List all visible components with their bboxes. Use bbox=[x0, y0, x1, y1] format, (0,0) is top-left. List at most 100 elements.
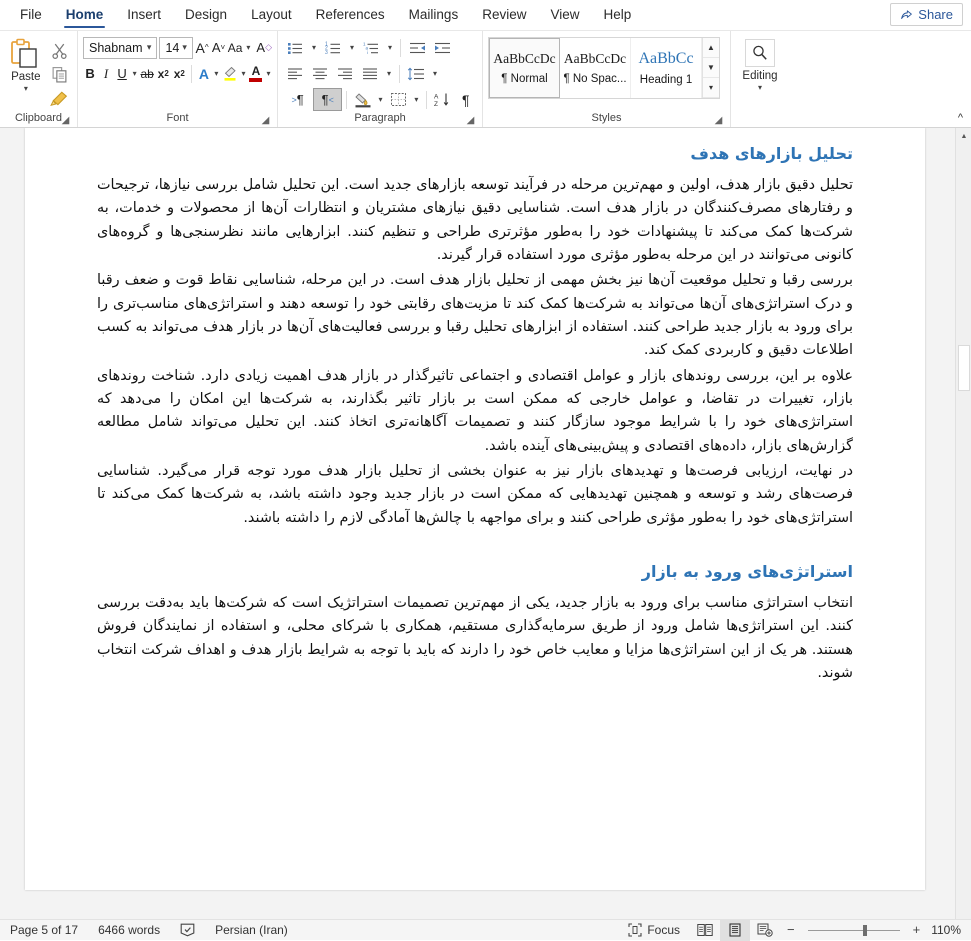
bold-button[interactable]: B bbox=[83, 62, 97, 85]
language-indicator[interactable]: Persian (Iran) bbox=[205, 923, 298, 937]
read-mode-button[interactable] bbox=[690, 920, 720, 941]
font-size-combo[interactable]: 14 ▾ bbox=[159, 37, 192, 59]
text-direction-rtl-button[interactable]: ¶< bbox=[313, 88, 342, 111]
justify-dropdown-caret-icon[interactable]: ▾ bbox=[383, 69, 395, 78]
grow-font-button[interactable]: A^ bbox=[195, 36, 209, 59]
strikethrough-button[interactable]: ab bbox=[140, 62, 154, 85]
change-case-button[interactable]: Aa▾ bbox=[228, 36, 255, 59]
styles-scroll-down-icon[interactable]: ▼ bbox=[703, 58, 719, 78]
ribbon: Paste ▾ bbox=[0, 31, 971, 128]
show-formatting-marks-button[interactable]: ¶ bbox=[454, 88, 477, 111]
web-layout-icon bbox=[757, 923, 773, 937]
zoom-in-button[interactable]: + bbox=[906, 924, 928, 936]
zoom-slider-track[interactable] bbox=[808, 930, 900, 931]
share-label: Share bbox=[918, 7, 953, 22]
cut-button[interactable] bbox=[47, 39, 71, 62]
line-spacing-dropdown-caret-icon[interactable]: ▾ bbox=[429, 69, 441, 78]
text-direction-ltr-button[interactable]: >¶ bbox=[283, 88, 312, 111]
web-layout-button[interactable] bbox=[750, 920, 780, 941]
styles-more-icon[interactable]: ▾ bbox=[703, 78, 719, 98]
scrollbar-track[interactable] bbox=[956, 145, 971, 919]
clipboard-dialog-launcher-icon[interactable]: ◢ bbox=[60, 115, 71, 126]
tab-file[interactable]: File bbox=[8, 3, 54, 30]
tab-view[interactable]: View bbox=[538, 3, 591, 30]
font-color-dropdown-caret-icon[interactable]: ▾ bbox=[265, 69, 272, 78]
ribbon-group-paragraph: ▾ 1 2 3 ▾ 1 a i bbox=[278, 31, 483, 127]
tab-insert[interactable]: Insert bbox=[115, 3, 173, 30]
copy-button[interactable] bbox=[47, 63, 71, 86]
zoom-level-label[interactable]: 110% bbox=[927, 923, 971, 937]
zoom-slider-thumb[interactable] bbox=[863, 925, 867, 936]
clear-formatting-button[interactable]: A◇ bbox=[256, 36, 272, 59]
text-effects-button[interactable]: A bbox=[197, 62, 211, 85]
print-layout-button[interactable] bbox=[720, 920, 750, 941]
font-color-button[interactable]: A bbox=[249, 62, 263, 85]
paste-dropdown-caret-icon[interactable]: ▾ bbox=[24, 85, 28, 93]
tab-review[interactable]: Review bbox=[470, 3, 538, 30]
vertical-scrollbar[interactable]: ▲ bbox=[955, 128, 971, 919]
styles-scroll-up-icon[interactable]: ▲ bbox=[703, 38, 719, 58]
justify-button[interactable] bbox=[358, 62, 382, 85]
line-spacing-button[interactable] bbox=[404, 62, 428, 85]
zoom-slider[interactable] bbox=[802, 930, 906, 931]
subscript-button[interactable]: x2 bbox=[156, 62, 170, 85]
decrease-indent-button[interactable] bbox=[405, 36, 429, 59]
proofing-status-button[interactable] bbox=[170, 923, 205, 937]
numbered-list-dropdown-caret-icon[interactable]: ▾ bbox=[346, 43, 358, 52]
scroll-up-arrow-icon[interactable]: ▲ bbox=[956, 128, 971, 145]
borders-dropdown-caret-icon[interactable]: ▾ bbox=[411, 95, 422, 104]
collapse-ribbon-icon[interactable]: ^ bbox=[958, 112, 963, 124]
align-left-button[interactable] bbox=[283, 62, 307, 85]
increase-indent-button[interactable] bbox=[430, 36, 454, 59]
align-center-button[interactable] bbox=[308, 62, 332, 85]
ribbon-tab-bar: File Home Insert Design Layout Reference… bbox=[0, 0, 971, 31]
editing-button[interactable]: Editing ▾ bbox=[736, 36, 784, 111]
numbered-list-button[interactable]: 1 2 3 bbox=[321, 36, 345, 59]
editing-dropdown-caret-icon[interactable]: ▾ bbox=[758, 84, 762, 92]
superscript-button[interactable]: x2 bbox=[172, 62, 186, 85]
paragraph-5: انتخاب استراتژی مناسب برای ورود به بازار… bbox=[97, 592, 853, 685]
shading-dropdown-caret-icon[interactable]: ▾ bbox=[375, 95, 386, 104]
tab-design[interactable]: Design bbox=[173, 3, 239, 30]
bullet-list-button[interactable] bbox=[283, 36, 307, 59]
styles-dialog-launcher-icon[interactable]: ◢ bbox=[713, 115, 724, 126]
highlight-dropdown-caret-icon[interactable]: ▾ bbox=[240, 69, 247, 78]
text-effects-dropdown-caret-icon[interactable]: ▾ bbox=[213, 69, 220, 78]
status-bar: Page 5 of 17 6466 words Persian (Iran) F… bbox=[0, 919, 971, 940]
focus-mode-button[interactable]: Focus bbox=[618, 923, 690, 937]
share-button[interactable]: Share bbox=[890, 3, 963, 26]
styles-gallery: AaBbCcDc ¶ Normal AaBbCcDc ¶ No Spac... … bbox=[488, 37, 720, 99]
paragraph-dialog-launcher-icon[interactable]: ◢ bbox=[465, 115, 476, 126]
style-no-spacing[interactable]: AaBbCcDc ¶ No Spac... bbox=[560, 38, 631, 98]
multilevel-list-dropdown-caret-icon[interactable]: ▾ bbox=[384, 43, 396, 52]
page-indicator[interactable]: Page 5 of 17 bbox=[0, 923, 88, 937]
align-right-button[interactable] bbox=[333, 62, 357, 85]
bullet-list-dropdown-caret-icon[interactable]: ▾ bbox=[308, 43, 320, 52]
word-count[interactable]: 6466 words bbox=[88, 923, 170, 937]
tab-layout[interactable]: Layout bbox=[239, 3, 304, 30]
italic-button[interactable]: I bbox=[99, 62, 113, 85]
zoom-out-button[interactable]: − bbox=[780, 924, 802, 936]
document-page[interactable]: تحلیل بازارهای هدف تحلیل دقیق بازار هدف،… bbox=[25, 128, 925, 890]
underline-dropdown-caret-icon[interactable]: ▾ bbox=[131, 69, 138, 78]
tab-help[interactable]: Help bbox=[592, 3, 644, 30]
tab-home[interactable]: Home bbox=[54, 3, 116, 30]
style-normal[interactable]: AaBbCcDc ¶ Normal bbox=[489, 38, 560, 98]
multilevel-list-button[interactable]: 1 a i bbox=[359, 36, 383, 59]
paste-label: Paste bbox=[11, 71, 40, 83]
underline-label: U bbox=[117, 66, 126, 81]
shading-button[interactable] bbox=[351, 88, 374, 111]
format-painter-button[interactable] bbox=[47, 87, 71, 110]
borders-button[interactable] bbox=[387, 88, 410, 111]
highlight-button[interactable] bbox=[222, 62, 238, 85]
shrink-font-button[interactable]: A˅ bbox=[211, 36, 225, 59]
font-name-combo[interactable]: Shabnam ▾ bbox=[83, 37, 157, 59]
tab-references[interactable]: References bbox=[304, 3, 397, 30]
sort-button[interactable]: A Z bbox=[431, 88, 454, 111]
font-dialog-launcher-icon[interactable]: ◢ bbox=[260, 115, 271, 126]
style-heading-1[interactable]: AaBbCc Heading 1 bbox=[631, 38, 702, 98]
underline-button[interactable]: U bbox=[115, 62, 129, 85]
tab-mailings[interactable]: Mailings bbox=[397, 3, 471, 30]
scrollbar-thumb[interactable] bbox=[958, 345, 970, 391]
paste-button[interactable]: Paste ▾ bbox=[5, 36, 47, 111]
